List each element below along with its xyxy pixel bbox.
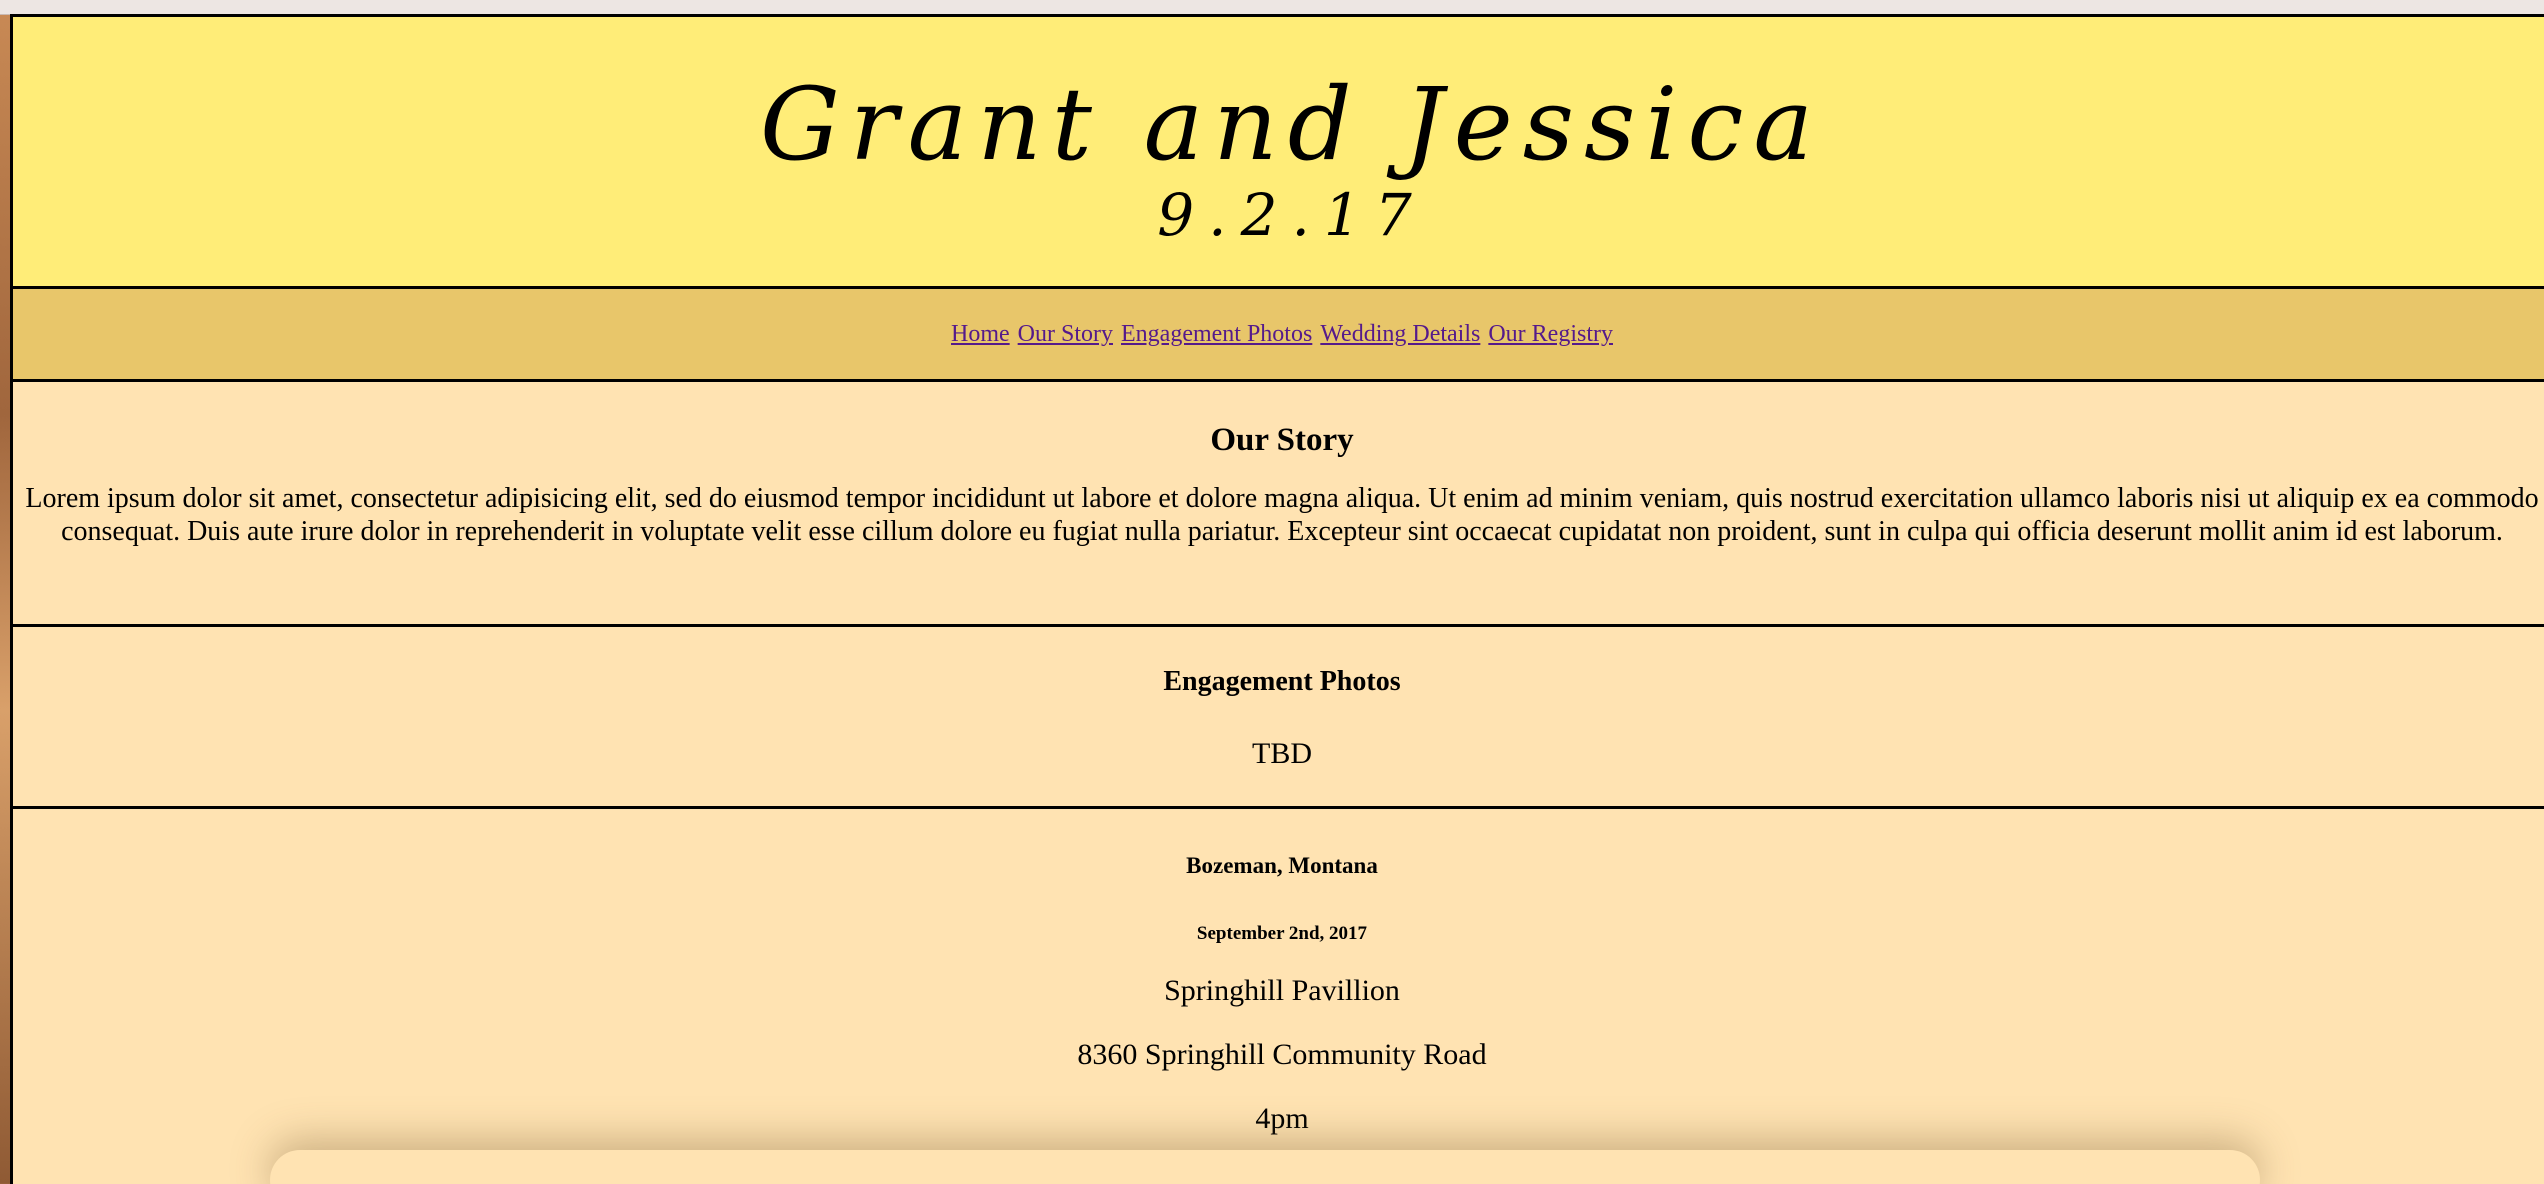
nav-link-wedding-details[interactable]: Wedding Details	[1320, 321, 1480, 347]
browser-top-strip	[0, 0, 2544, 15]
our-story-body: Lorem ipsum dolor sit amet, consectetur …	[25, 483, 2539, 547]
our-story-section: Our Story Lorem ipsum dolor sit amet, co…	[13, 382, 2544, 627]
venue-name: Springhill Pavillion	[1164, 974, 1400, 1007]
engagement-photos-title: Engagement Photos	[1163, 666, 1401, 697]
page-container: Grant and Jessica 9.2.17 Home Our Story …	[10, 14, 2544, 1184]
nav-link-our-registry[interactable]: Our Registry	[1488, 321, 1613, 347]
nav-link-our-story[interactable]: Our Story	[1018, 321, 1113, 347]
engagement-photos-status: TBD	[1252, 737, 1312, 770]
wedding-date: September 2nd, 2017	[1196, 923, 1368, 944]
couple-names: Grant and Jessica	[759, 66, 1824, 183]
engagement-photos-section: Engagement Photos TBD	[13, 627, 2544, 809]
ceremony-time: 4pm	[1255, 1102, 1309, 1135]
venue-address: 8360 Springhill Community Road	[1077, 1038, 1487, 1071]
our-story-title: Our Story	[1210, 422, 1354, 458]
wedding-location: Bozeman, Montana	[1186, 853, 1378, 878]
main-nav: Home Our Story Engagement Photos Wedding…	[13, 289, 2544, 382]
nav-link-engagement-photos[interactable]: Engagement Photos	[1121, 321, 1312, 347]
wedding-date-short: 9.2.17	[1157, 181, 1426, 249]
nav-link-home[interactable]: Home	[951, 321, 1010, 347]
site-header: Grant and Jessica 9.2.17	[13, 17, 2544, 289]
wedding-details-section: Bozeman, Montana September 2nd, 2017 Spr…	[13, 809, 2544, 1184]
